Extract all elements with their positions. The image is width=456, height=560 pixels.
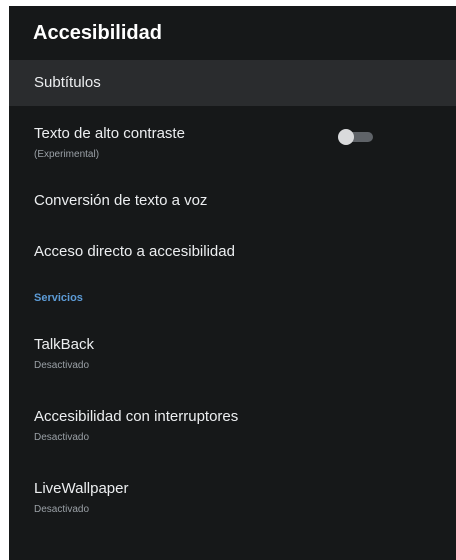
menu-item-text-to-speech[interactable]: Conversión de texto a voz <box>9 176 456 226</box>
menu-item-label: Conversión de texto a voz <box>34 192 208 209</box>
menu-item-sublabel: (Experimental) <box>34 149 100 160</box>
toggle-thumb <box>338 129 354 145</box>
service-item-label: TalkBack <box>34 336 95 353</box>
menu-item-label: Texto de alto contraste <box>34 125 185 142</box>
service-item-talkback[interactable]: TalkBack Desactivado <box>9 318 456 390</box>
service-item-status: Desactivado <box>34 360 90 371</box>
section-title-services: Servicios <box>34 292 83 304</box>
service-item-status: Desactivado <box>34 504 90 515</box>
service-item-livewallpaper[interactable]: LiveWallpaper Desactivado <box>9 462 456 534</box>
service-item-label: Accesibilidad con interruptores <box>34 408 239 425</box>
menu-item-label: Subtítulos <box>34 74 101 91</box>
menu-item-label: Acceso directo a accesibilidad <box>34 243 235 260</box>
menu-item-accessibility-shortcut[interactable]: Acceso directo a accesibilidad <box>9 226 456 278</box>
accessibility-settings-panel: Accesibilidad Subtítulos Texto de alto c… <box>9 6 456 560</box>
high-contrast-toggle[interactable] <box>337 129 375 145</box>
page-title: Accesibilidad <box>33 21 162 44</box>
service-item-switch-access[interactable]: Accesibilidad con interruptores Desactiv… <box>9 390 456 462</box>
service-item-status: Desactivado <box>34 432 90 443</box>
service-item-label: LiveWallpaper <box>34 480 129 497</box>
menu-item-subtitles[interactable]: Subtítulos <box>9 60 456 106</box>
menu-item-high-contrast-text[interactable]: Texto de alto contraste (Experimental) <box>9 106 456 176</box>
